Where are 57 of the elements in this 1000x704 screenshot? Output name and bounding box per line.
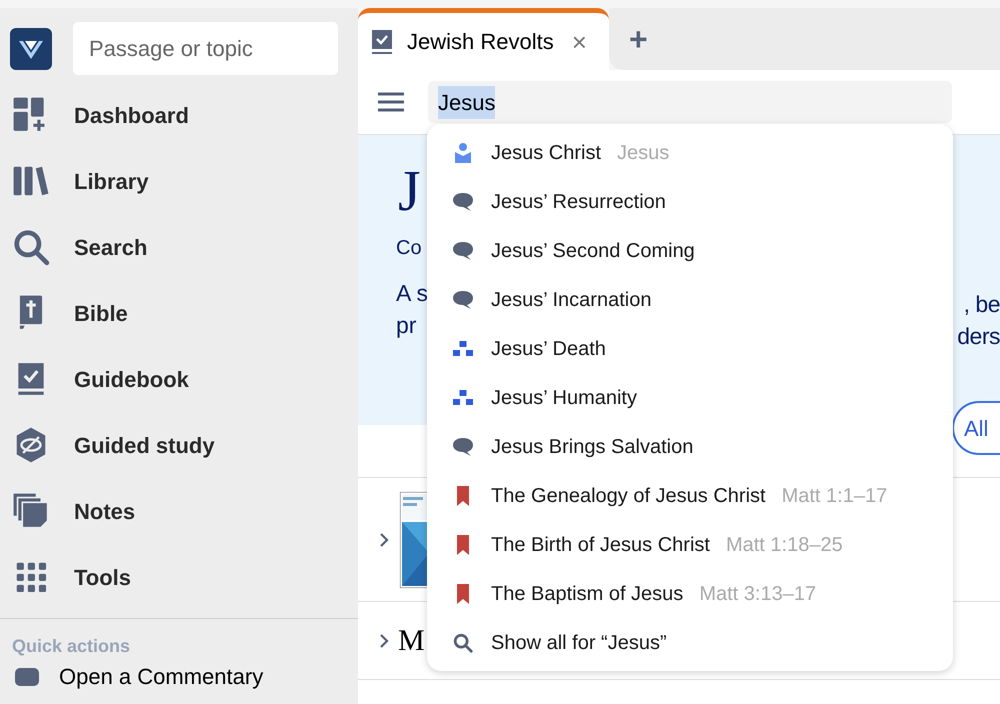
chevron-icon[interactable]	[378, 632, 390, 648]
sidebar-item[interactable]: Search	[0, 214, 358, 280]
speech-bubble-icon	[452, 436, 474, 456]
suggestion-detail: Matt 1:1–17	[782, 484, 888, 508]
suggestion-item[interactable]: The Genealogy of Jesus Christ Matt 1:1–17	[427, 471, 953, 520]
suggestion-detail: Matt 3:13–17	[699, 582, 816, 606]
suggestion-item[interactable]: Jesus’ Second Coming	[427, 226, 953, 275]
sidebar-item[interactable]: Guided study	[0, 412, 358, 478]
menu-icon[interactable]	[378, 91, 404, 113]
app-logo[interactable]	[10, 28, 52, 70]
new-tab-button[interactable]: +	[629, 23, 648, 55]
section-heading: Quick actions	[12, 635, 132, 658]
speech-bubble-icon	[452, 192, 474, 212]
sidebar-item[interactable]: Tools	[0, 544, 358, 610]
sidebar-item[interactable]: Dashboard	[0, 82, 358, 148]
description-line: A s	[396, 279, 428, 308]
page-subtitle: Co	[396, 236, 422, 261]
description-line: pr	[396, 311, 418, 340]
page-title: J	[397, 157, 422, 225]
suggestion-item[interactable]: Jesus’ Humanity	[427, 373, 953, 422]
all-button[interactable]: All	[952, 401, 1000, 455]
sidebar-item[interactable]: Guidebook	[0, 346, 358, 412]
suggestion-item[interactable]: Jesus Brings Salvation	[427, 422, 953, 471]
sidebar-item[interactable]: Library	[0, 148, 358, 214]
description-line: , be	[964, 290, 1000, 319]
tab[interactable]: Jewish Revolts ×	[358, 8, 609, 70]
checked-book-icon	[371, 28, 393, 54]
notes-icon	[12, 492, 50, 530]
blocks-icon	[452, 338, 474, 358]
chevron-icon[interactable]	[378, 532, 390, 548]
bookmark-icon	[456, 582, 470, 604]
suggestion-item[interactable]: Jesus’ Incarnation	[427, 275, 953, 324]
close-tab-button[interactable]: ×	[572, 28, 587, 54]
passage-search-field[interactable]: Passage or topic	[73, 22, 338, 75]
quick-action[interactable]: Open a Commentary	[12, 664, 358, 690]
suggestion-detail: Jesus	[617, 140, 670, 166]
suggestion-item[interactable]: Jesus’ Resurrection	[427, 177, 953, 226]
suggestion-item[interactable]: Jesus Christ Jesus	[427, 128, 953, 177]
result-title: M	[398, 622, 425, 658]
bookmark-icon	[456, 534, 470, 556]
person-icon	[453, 142, 473, 164]
speech-bubble-icon	[452, 240, 474, 260]
search-icon	[452, 632, 474, 654]
sidebar-item[interactable]: Bible	[0, 280, 358, 346]
suggestion-detail: Matt 1:18–25	[726, 532, 843, 558]
search-field[interactable]: Jesus	[428, 81, 952, 123]
suggestion-item[interactable]: The Birth of Jesus Christ Matt 1:18–25	[427, 520, 953, 569]
description-line: ders	[957, 322, 1000, 351]
suggestion-item[interactable]: The Baptism of Jesus Matt 3:13–17	[427, 569, 953, 618]
suggestion-item[interactable]: Jesus’ Death	[427, 324, 953, 373]
blocks-icon	[452, 388, 474, 408]
search-icon	[12, 228, 50, 266]
sidebar-item[interactable]: Notes	[0, 478, 358, 544]
suggestion-item[interactable]: Show all for “Jesus”	[427, 618, 953, 667]
book-icon	[15, 668, 39, 686]
bookmark-icon	[456, 484, 470, 506]
speech-bubble-icon	[452, 290, 474, 310]
